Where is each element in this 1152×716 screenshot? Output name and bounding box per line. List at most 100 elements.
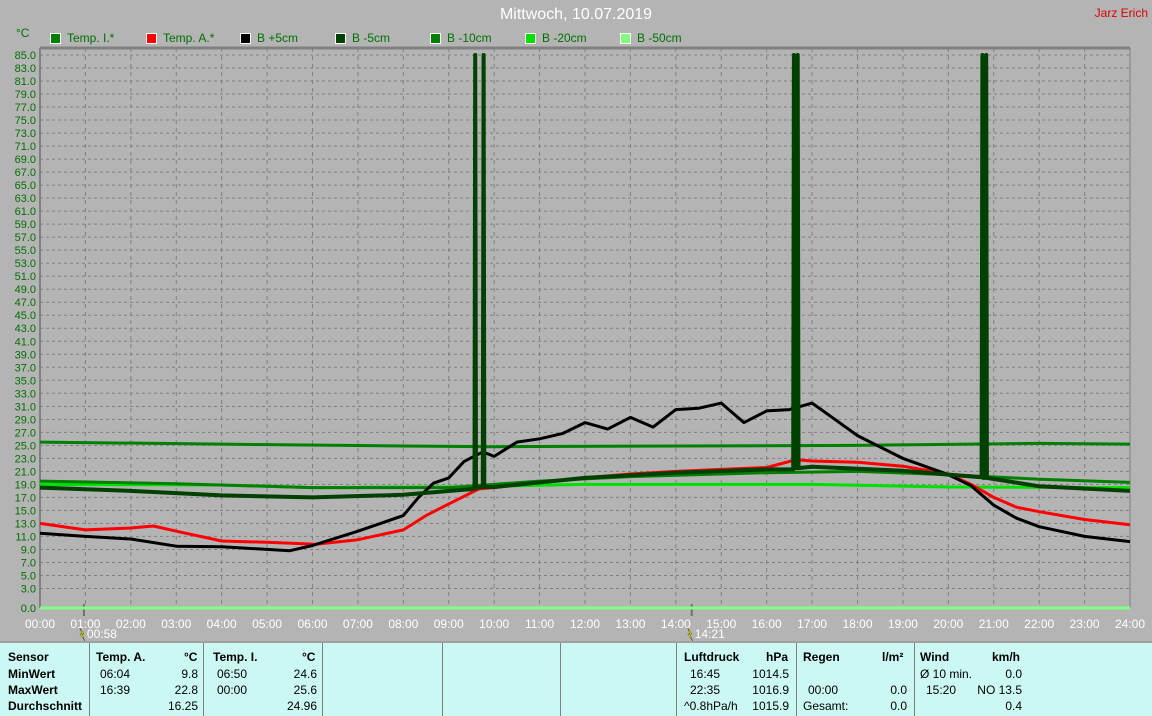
- y-tick-label: 37.0: [15, 362, 36, 374]
- temp-a-max-time: 16:39: [100, 683, 131, 697]
- temp-i-max-time: 00:00: [217, 683, 248, 697]
- chart: 0.03.05.07.09.011.013.015.017.019.021.02…: [15, 46, 1145, 641]
- rain-max: 0.0: [890, 683, 907, 697]
- y-tick-label: 45.0: [15, 310, 36, 322]
- pressure-max-time: 22:35: [690, 683, 721, 697]
- y-tick-label: 25.0: [15, 440, 36, 452]
- y-tick-label: 79.0: [15, 89, 36, 101]
- y-tick-label: 31.0: [15, 401, 36, 413]
- x-tick-label: 24:00: [1115, 617, 1145, 631]
- x-tick-label: 04:00: [207, 617, 237, 631]
- stats-row-avg: Durchschnitt: [8, 699, 83, 713]
- x-tick-label: 09:00: [434, 617, 464, 631]
- stats-row-max: MaxWert: [8, 683, 58, 697]
- wind-max: NO 13.5: [977, 683, 1022, 697]
- pressure-label: Luftdruck: [684, 650, 740, 664]
- y-tick-label: 41.0: [15, 336, 36, 348]
- rain-total-label: Gesamt:: [803, 699, 849, 713]
- x-tick-label: 03:00: [161, 617, 191, 631]
- pressure-trend: ^0.8hPa/h: [684, 699, 738, 713]
- y-tick-label: 57.0: [15, 232, 36, 244]
- y-tick-label: 49.0: [15, 284, 36, 296]
- y-tick-label: 83.0: [15, 63, 36, 75]
- wind-max-time: 15:20: [926, 683, 957, 697]
- pressure-min: 1014.5: [752, 667, 789, 681]
- y-tick-label: 7.0: [21, 557, 36, 569]
- y-tick-label: 23.0: [15, 453, 36, 465]
- pressure-current: 1015.9: [752, 699, 789, 713]
- y-tick-label: 55.0: [15, 245, 36, 257]
- x-tick-label: 13:00: [615, 617, 645, 631]
- y-tick-label: 69.0: [15, 154, 36, 166]
- x-tick-label: 06:00: [297, 617, 327, 631]
- y-tick-label: 61.0: [15, 206, 36, 218]
- y-tick-label: 9.0: [21, 544, 36, 556]
- y-tick-label: 39.0: [15, 349, 36, 361]
- x-tick-label: 16:00: [752, 617, 782, 631]
- x-tick-label: 21:00: [979, 617, 1009, 631]
- y-tick-label: 21.0: [15, 466, 36, 478]
- y-tick-label: 27.0: [15, 427, 36, 439]
- x-tick-label: 18:00: [842, 617, 872, 631]
- wind-current: 0.4: [1005, 699, 1022, 713]
- y-tick-label: 0.0: [21, 603, 36, 615]
- x-tick-label: 07:00: [343, 617, 373, 631]
- temp-a-max: 22.8: [174, 683, 198, 697]
- y-tick-label: 29.0: [15, 414, 36, 426]
- y-tick-label: 85.0: [15, 50, 36, 62]
- temp-a-min: 9.8: [181, 667, 198, 681]
- y-tick-label: 13.0: [15, 518, 36, 530]
- y-tick-label: 73.0: [15, 128, 36, 140]
- y-tick-label: 3.0: [21, 583, 36, 595]
- y-tick-label: 15.0: [15, 505, 36, 517]
- x-tick-label: 23:00: [1070, 617, 1100, 631]
- temp-i-label: Temp. I.: [213, 650, 258, 664]
- temp-a-min-time: 06:04: [100, 667, 131, 681]
- y-tick-label: 65.0: [15, 180, 36, 192]
- y-tick-label: 63.0: [15, 193, 36, 205]
- x-tick-label: 12:00: [570, 617, 600, 631]
- stats-panel: Sensor MinWert MaxWert Durchschnitt Temp…: [0, 641, 1152, 716]
- y-tick-label: 51.0: [15, 271, 36, 283]
- y-tick-label: 17.0: [15, 492, 36, 504]
- y-tick-label: 47.0: [15, 297, 36, 309]
- y-tick-label: 77.0: [15, 102, 36, 114]
- x-tick-label: 14:00: [661, 617, 691, 631]
- y-tick-label: 75.0: [15, 115, 36, 127]
- y-tick-label: 19.0: [15, 479, 36, 491]
- temp-i-min-time: 06:50: [217, 667, 248, 681]
- wind-label: Wind: [920, 650, 950, 664]
- stats-header-sensor: Sensor: [8, 650, 49, 664]
- x-tick-label: 05:00: [252, 617, 282, 631]
- stats-row-min: MinWert: [8, 667, 56, 681]
- y-tick-label: 59.0: [15, 219, 36, 231]
- rain-total: 0.0: [890, 699, 907, 713]
- pressure-min-time: 16:45: [690, 667, 721, 681]
- wind-avg: 0.0: [1005, 667, 1022, 681]
- x-tick-label: 08:00: [388, 617, 418, 631]
- x-tick-label: 20:00: [933, 617, 963, 631]
- y-tick-label: 35.0: [15, 375, 36, 387]
- temp-a-label: Temp. A.: [96, 650, 146, 664]
- y-tick-label: 67.0: [15, 167, 36, 179]
- temp-i-avg: 24.96: [286, 699, 317, 713]
- wind-avg-label: Ø 10 min.: [920, 667, 973, 681]
- wind-unit: km/h: [992, 650, 1021, 664]
- y-tick-label: 33.0: [15, 388, 36, 400]
- x-tick-label: 19:00: [888, 617, 918, 631]
- temp-a-avg: 16.25: [167, 699, 198, 713]
- temp-i-min: 24.6: [293, 667, 317, 681]
- x-tick-label: 17:00: [797, 617, 827, 631]
- rain-label: Regen: [803, 650, 840, 664]
- event-marker-label: 00:58: [87, 627, 117, 641]
- x-tick-label: 10:00: [479, 617, 509, 631]
- y-tick-label: 5.0: [21, 570, 36, 582]
- y-tick-label: 11.0: [15, 531, 36, 543]
- temp-a-unit: °C: [184, 650, 198, 664]
- x-tick-label: 00:00: [25, 617, 55, 631]
- pressure-unit: hPa: [766, 650, 789, 664]
- event-marker-label: 14:21: [695, 627, 725, 641]
- rain-max-time: 00:00: [808, 683, 839, 697]
- rain-unit: l/m²: [882, 650, 904, 664]
- y-tick-label: 81.0: [15, 76, 36, 88]
